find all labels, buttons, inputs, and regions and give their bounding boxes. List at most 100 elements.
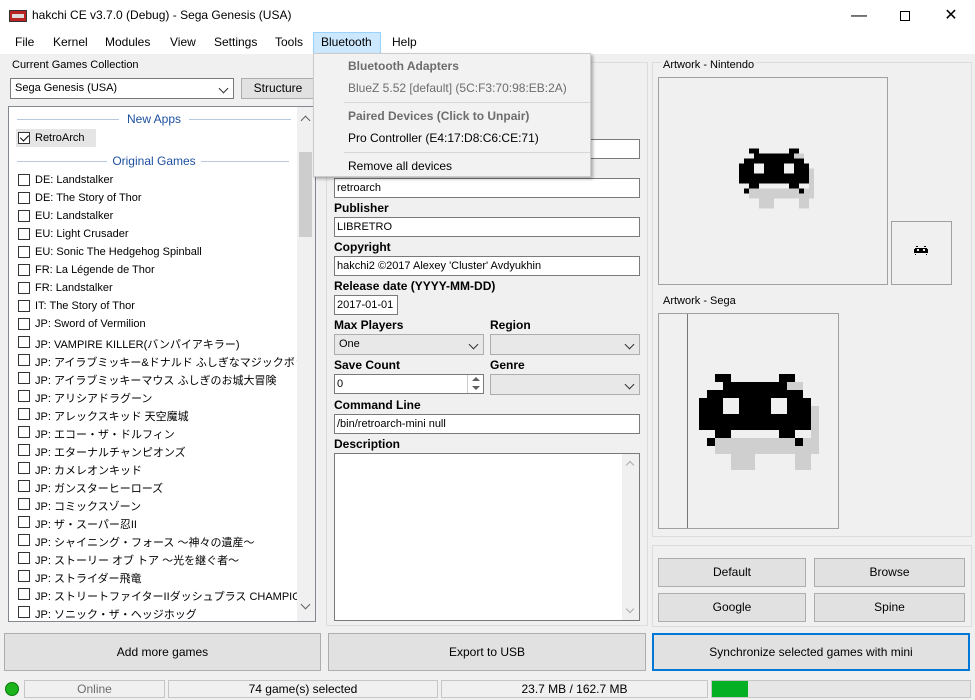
list-item[interactable]: FR: La Légende de Thor [16,261,298,279]
google-button[interactable]: Google [658,593,806,622]
menu-file[interactable]: File [15,35,34,49]
checkbox[interactable] [18,570,30,582]
checkbox[interactable] [18,372,30,384]
maximize-button[interactable] [882,0,928,32]
default-button[interactable]: Default [658,558,806,587]
spine-button[interactable]: Spine [814,593,965,622]
checkbox[interactable] [18,552,30,564]
chevron-down-icon [624,379,635,390]
list-item[interactable]: JP: シャイニング・フォース 〜神々の遺産〜 [16,531,298,549]
menu-bluetooth[interactable]: Bluetooth [321,35,372,49]
list-item[interactable]: JP: ストリートファイターIIダッシュプラス CHAMPION E… [16,585,298,603]
list-item[interactable]: JP: ガンスターヒーローズ [16,477,298,495]
list-item[interactable]: JP: アイラブミッキー&ドナルド ふしぎなマジックボッ… [16,351,298,369]
checkbox[interactable] [18,516,30,528]
checkbox[interactable] [18,246,30,258]
checkbox[interactable] [18,318,30,330]
scroll-up-icon[interactable] [625,460,635,470]
list-item[interactable]: JP: エコー・ザ・ドルフィン [16,423,298,441]
list-item[interactable]: JP: ストライダー飛竜 [16,567,298,585]
menu-kernel[interactable]: Kernel [53,35,88,49]
list-item[interactable]: JP: アイラブミッキーマウス ふしぎのお城大冒険 [16,369,298,387]
menu-help[interactable]: Help [392,35,417,49]
scroll-down-icon[interactable] [625,604,635,614]
list-item[interactable]: JP: Sword of Vermilion [16,315,298,333]
menu-view[interactable]: View [170,35,196,49]
list-item[interactable]: JP: ストーリー オブ トア 〜光を継ぐ者〜 [16,549,298,567]
list-item[interactable]: DE: Landstalker [16,171,298,189]
checkbox[interactable] [18,132,30,144]
nintendo-artwork-thumbnail[interactable] [891,221,952,285]
browse-button[interactable]: Browse [814,558,965,587]
list-item[interactable]: JP: VAMPIRE KILLER(バンパイアキラー) [16,333,298,351]
list-item[interactable]: JP: アリシアドラグーン [16,387,298,405]
list-item[interactable]: JP: エターナルチャンピオンズ [16,441,298,459]
scroll-down-icon[interactable] [300,599,311,610]
checkbox[interactable] [18,480,30,492]
list-item[interactable]: JP: コミックスゾーン [16,495,298,513]
menu-tools[interactable]: Tools [275,35,303,49]
command-line-field[interactable]: /bin/retroarch-mini null [334,414,640,434]
list-item[interactable]: EU: Light Crusader [16,225,298,243]
checkbox[interactable] [18,228,30,240]
list-item[interactable]: RetroArch [16,129,96,147]
save-count-spinner[interactable] [467,375,483,393]
checkbox[interactable] [18,282,30,294]
checkbox[interactable] [18,588,30,600]
spin-up-icon[interactable] [472,377,480,381]
checkbox[interactable] [18,336,30,348]
copyright-field[interactable]: hakchi2 ©2017 Alexey 'Cluster' Avdyukhin [334,256,640,276]
checkbox[interactable] [18,444,30,456]
close-button[interactable]: ✕ [928,0,974,32]
collection-select[interactable]: Sega Genesis (USA) [10,78,234,99]
menu-modules[interactable]: Modules [105,35,150,49]
minimize-button[interactable]: — [836,0,882,32]
description-field[interactable] [334,453,640,621]
scroll-up-icon[interactable] [300,115,311,126]
save-count-field[interactable]: 0 [334,374,484,394]
list-item[interactable]: FR: Landstalker [16,279,298,297]
list-item[interactable]: EU: Sonic The Hedgehog Spinball [16,243,298,261]
name-field[interactable]: retroarch [334,178,640,198]
nintendo-artwork[interactable] [658,77,888,285]
bluetooth-adapter-item[interactable]: BlueZ 5.52 [default] (5C:F3:70:98:EB:2A) [348,81,567,95]
checkbox[interactable] [18,390,30,402]
region-select[interactable] [490,334,640,355]
checkbox[interactable] [18,300,30,312]
menu-settings[interactable]: Settings [214,35,257,49]
list-item[interactable]: EU: Landstalker [16,207,298,225]
checkbox[interactable] [18,498,30,510]
game-list[interactable]: New Apps RetroArch Original Games DE: La… [8,106,316,622]
checkbox[interactable] [18,354,30,366]
list-item[interactable]: JP: ザ・スーパー忍II [16,513,298,531]
remove-all-devices-item[interactable]: Remove all devices [348,159,452,173]
checkbox[interactable] [18,174,30,186]
spin-down-icon[interactable] [472,386,480,390]
release-date-field[interactable]: 2017-01-01 [334,295,398,315]
scroll-thumb[interactable] [299,152,312,237]
genre-select[interactable] [490,374,640,395]
max-players-select[interactable]: One [334,334,484,355]
sega-artwork[interactable] [658,313,839,529]
checkbox[interactable] [18,426,30,438]
description-scrollbar[interactable] [622,454,639,620]
structure-button[interactable]: Structure [241,78,315,99]
add-more-games-button[interactable]: Add more games [4,633,321,671]
synchronize-button[interactable]: Synchronize selected games with mini [652,633,970,671]
checkbox[interactable] [18,408,30,420]
checkbox[interactable] [18,462,30,474]
list-item[interactable]: IT: The Story of Thor [16,297,298,315]
checkbox[interactable] [18,264,30,276]
publisher-field[interactable]: LIBRETRO [334,217,640,237]
checkbox[interactable] [18,210,30,222]
export-usb-button[interactable]: Export to USB [328,633,646,671]
game-list-scrollbar[interactable] [297,107,315,621]
checkbox[interactable] [18,606,30,618]
list-item[interactable]: JP: カメレオンキッド [16,459,298,477]
checkbox[interactable] [18,192,30,204]
paired-device-item[interactable]: Pro Controller (E4:17:D8:C6:CE:71) [348,131,539,145]
list-item[interactable]: JP: アレックスキッド 天空魔城 [16,405,298,423]
list-item[interactable]: DE: The Story of Thor [16,189,298,207]
checkbox[interactable] [18,534,30,546]
list-item[interactable]: JP: ソニック・ザ・ヘッジホッグ [16,603,298,621]
